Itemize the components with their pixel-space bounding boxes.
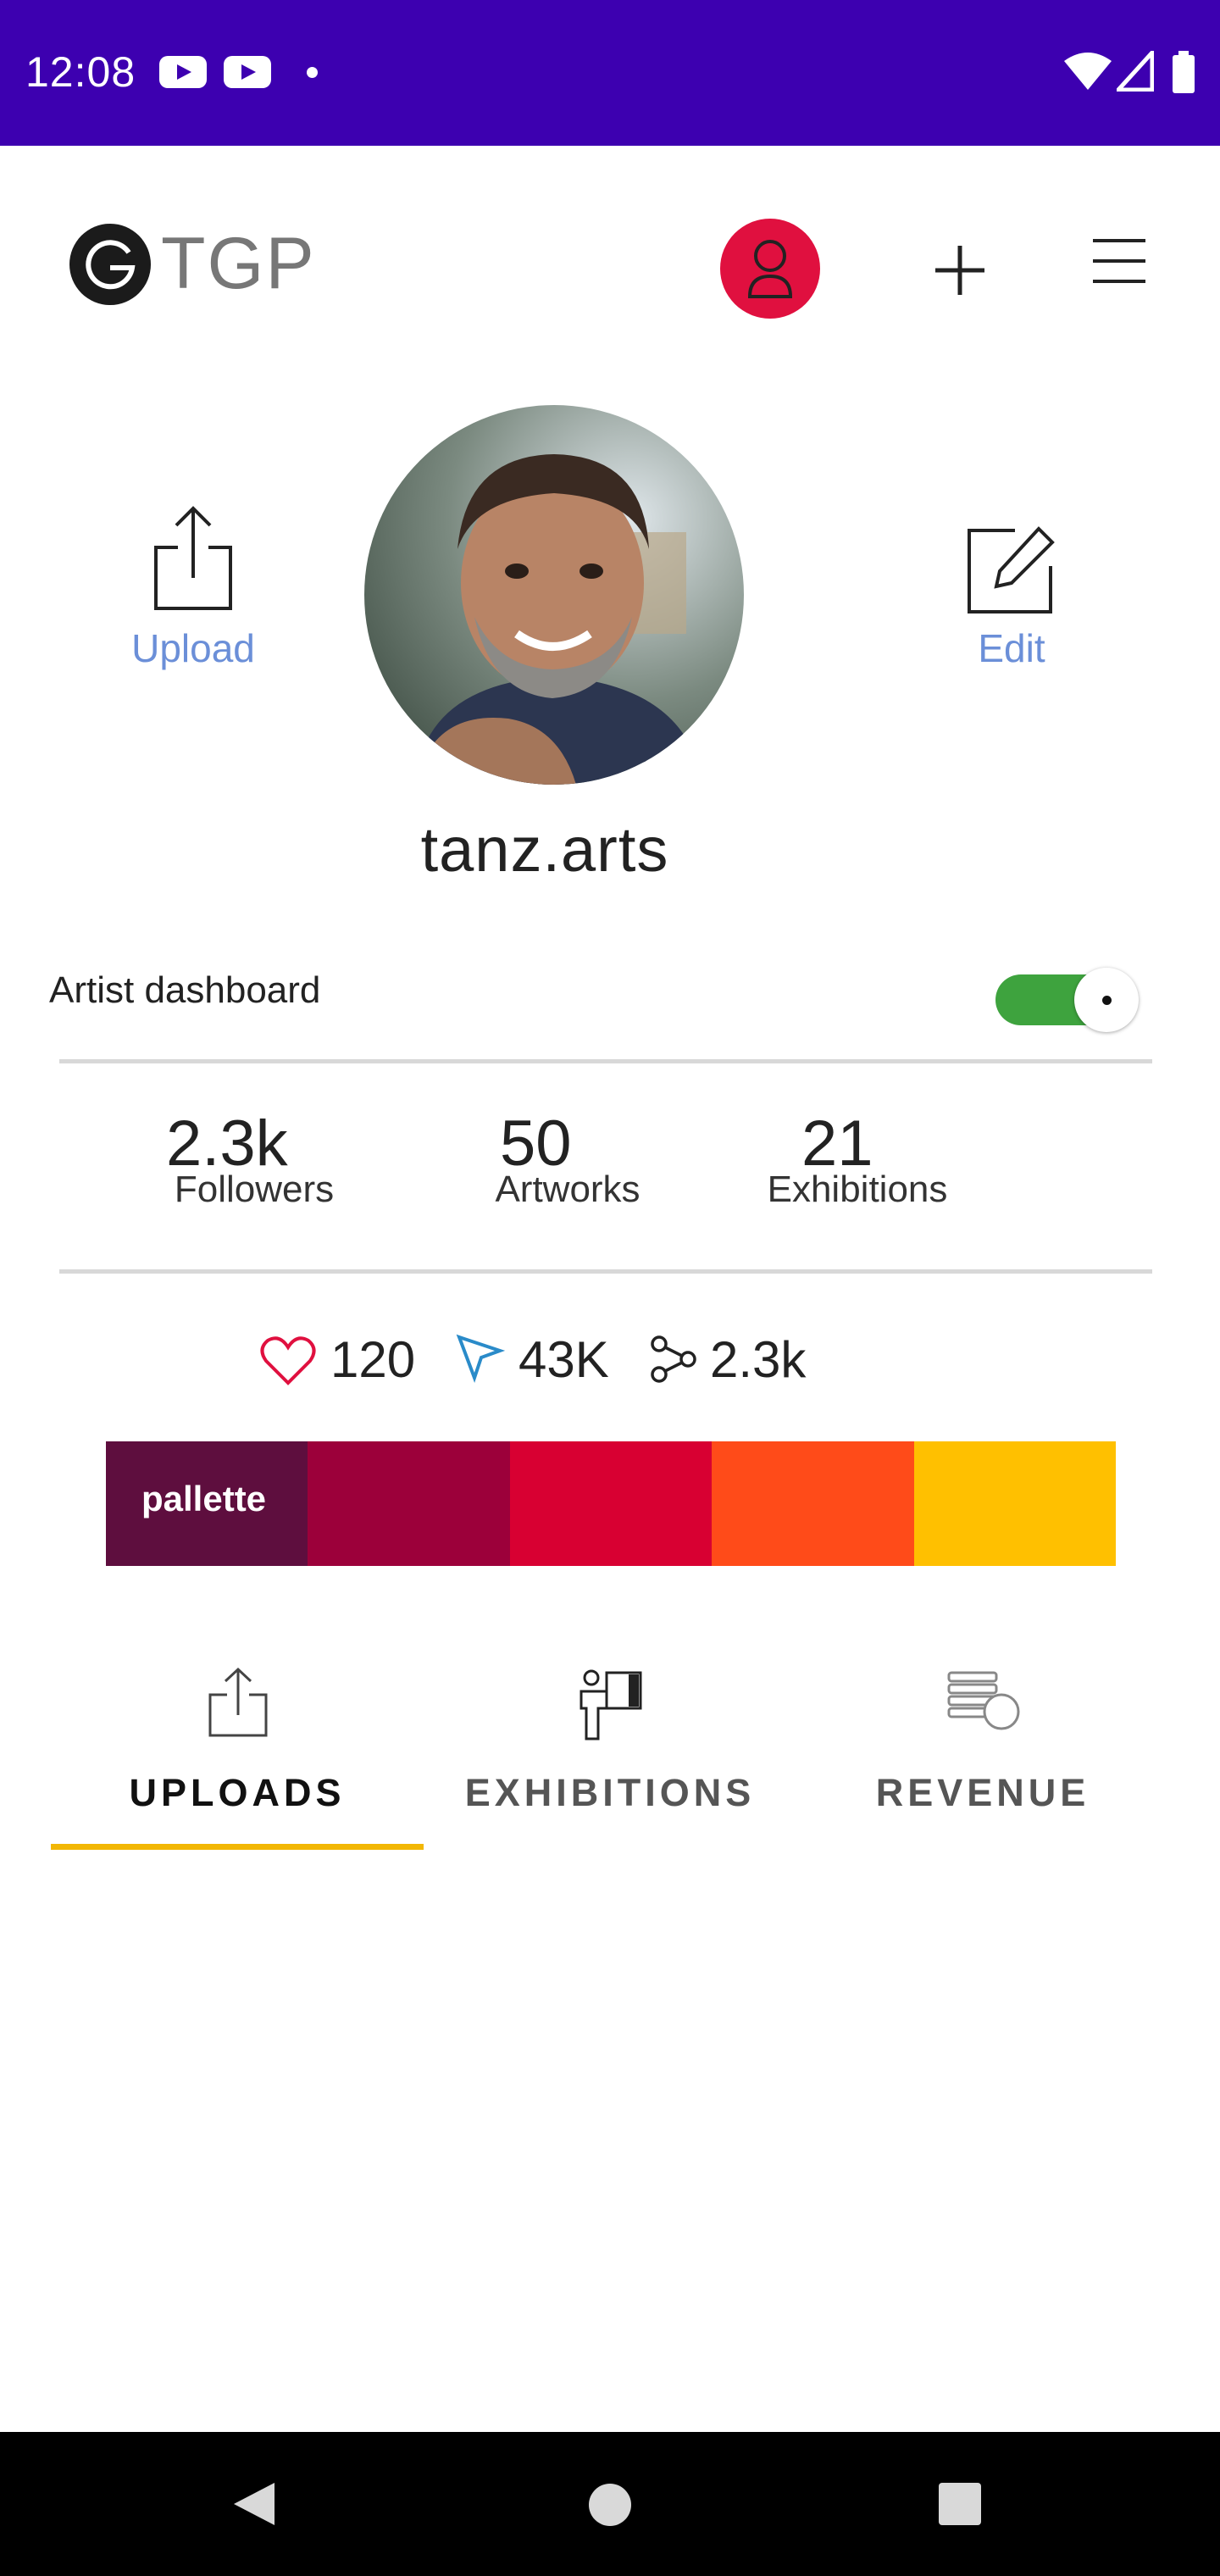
upload-icon (154, 506, 232, 610)
heart-icon[interactable] (259, 1335, 317, 1386)
profile-button[interactable] (720, 219, 820, 319)
status-time: 12:08 (25, 48, 136, 96)
palette-swatch: pallette (106, 1441, 308, 1566)
profile-icon (747, 240, 793, 298)
tab-uploads[interactable]: UPLOADS (51, 1666, 424, 1844)
palette-swatch (509, 1441, 713, 1566)
stat-label: Followers (174, 1169, 335, 1210)
tab-label: UPLOADS (129, 1771, 346, 1814)
color-palette: pallette (106, 1441, 1117, 1566)
plus-icon[interactable] (930, 241, 990, 300)
youtube-icon (159, 56, 207, 88)
avatar (364, 405, 744, 785)
tab-label: EXHIBITIONS (464, 1771, 756, 1814)
exhibition-icon (580, 1669, 642, 1740)
stat-label: Artworks (495, 1169, 640, 1210)
edit-label: Edit (978, 626, 1045, 670)
username: tanz.arts (420, 814, 669, 885)
edit-icon (968, 526, 1055, 613)
back-icon[interactable] (230, 2479, 278, 2529)
share-icon[interactable] (649, 1334, 698, 1385)
shares-count: 2.3k (710, 1331, 807, 1388)
logo-icon (69, 224, 151, 305)
palette-label: pallette (141, 1479, 267, 1518)
views-count: 43K (518, 1331, 609, 1388)
logo-text: TGP (161, 223, 316, 304)
divider (59, 1269, 1152, 1274)
stat-label: Exhibitions (767, 1169, 948, 1210)
palette-swatch (308, 1441, 510, 1566)
navigation-bar (0, 2432, 1220, 2576)
recents-icon[interactable] (937, 2481, 983, 2527)
palette-swatch (712, 1441, 914, 1566)
upload-icon (208, 1667, 268, 1737)
active-tab-indicator (51, 1844, 424, 1850)
home-icon[interactable] (586, 2481, 634, 2529)
menu-icon[interactable] (1091, 237, 1147, 285)
battery-icon (1173, 51, 1195, 93)
artist-dashboard-label: Artist dashboard (49, 969, 321, 1011)
tab-revenue[interactable]: REVENUE (796, 1666, 1169, 1844)
divider (59, 1059, 1152, 1063)
cursor-icon[interactable] (456, 1334, 505, 1385)
likes-count: 120 (330, 1331, 416, 1388)
notification-dot-icon (307, 67, 318, 78)
tab-label: REVENUE (875, 1771, 1090, 1814)
toggle-knob[interactable] (1074, 968, 1139, 1032)
upload-label: Upload (131, 626, 255, 670)
signal-icon (1117, 51, 1154, 92)
stat-artworks[interactable]: 50 Artworks (441, 1107, 695, 1211)
status-bar: 12:08 (0, 0, 1220, 146)
youtube-icon (224, 56, 271, 88)
tab-exhibitions[interactable]: EXHIBITIONS (424, 1666, 796, 1844)
palette-swatch (913, 1441, 1117, 1566)
stat-followers[interactable]: 2.3k Followers (127, 1107, 386, 1211)
coins-icon (947, 1671, 1020, 1730)
stat-exhibitions[interactable]: 21 Exhibitions (730, 1107, 984, 1211)
wifi-icon (1064, 53, 1112, 90)
